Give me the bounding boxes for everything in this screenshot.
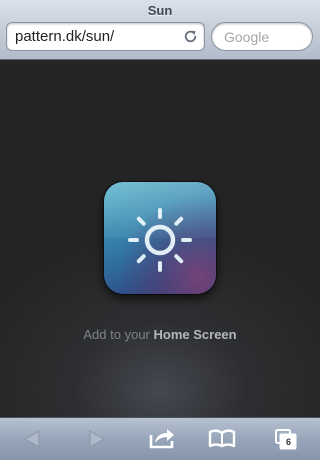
sun-app-icon <box>104 182 216 294</box>
share-button[interactable] <box>142 418 182 460</box>
safari-window: Sun pattern.dk/sun/ Google Add to your H… <box>0 0 320 460</box>
bookmarks-icon <box>208 429 236 448</box>
back-button[interactable] <box>13 418 53 460</box>
sun-icon <box>128 208 192 272</box>
share-icon <box>149 429 174 449</box>
bookmarks-button[interactable] <box>202 418 242 460</box>
tabs-button[interactable]: 6 <box>268 418 308 460</box>
reload-icon[interactable] <box>182 28 199 45</box>
url-text[interactable]: pattern.dk/sun/ <box>15 29 114 45</box>
browser-toolbar: 6 <box>0 417 320 460</box>
add-to-home-caption: Add to your Home Screen <box>0 327 320 343</box>
page-title: Sun <box>147 3 173 18</box>
forward-button[interactable] <box>76 418 116 460</box>
tabs-count-badge: 6 <box>285 437 291 447</box>
search-field[interactable]: Google <box>211 22 313 51</box>
address-bar[interactable]: pattern.dk/sun/ <box>6 22 205 51</box>
search-placeholder: Google <box>224 29 270 45</box>
back-icon <box>23 430 40 448</box>
forward-icon <box>89 430 106 448</box>
caption-prefix: Add to your <box>83 327 154 342</box>
caption-home-screen: Home Screen <box>153 327 237 342</box>
browser-top-bar: Sun pattern.dk/sun/ Google <box>0 0 320 60</box>
web-content: Add to your Home Screen <box>0 60 320 417</box>
